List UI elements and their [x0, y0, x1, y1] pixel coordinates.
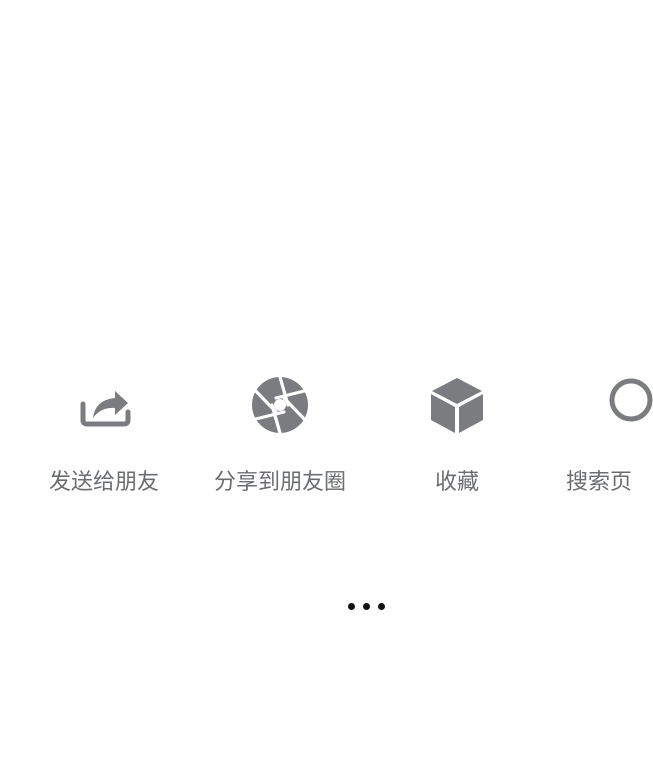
favorite-button[interactable]: 收藏	[372, 360, 542, 500]
share-forward-icon	[73, 374, 135, 436]
share-item-label: 收藏	[434, 470, 479, 495]
more-options-button[interactable]	[335, 590, 397, 622]
share-item-label: 搜索页	[566, 470, 633, 495]
moments-aperture-icon	[249, 374, 311, 436]
more-dot	[377, 602, 385, 610]
search-icon	[601, 374, 653, 436]
send-to-friend-button[interactable]: 发送给朋友	[19, 360, 189, 500]
share-item-label: 发送给朋友	[48, 470, 159, 495]
favorite-cube-icon	[426, 374, 488, 436]
search-page-button[interactable]: 搜索页	[545, 360, 653, 500]
more-dot	[347, 602, 355, 610]
share-item-label: 分享到朋友圈	[213, 470, 346, 495]
more-dot	[362, 602, 370, 610]
share-to-moments-button[interactable]: 分享到朋友圈	[195, 360, 365, 500]
